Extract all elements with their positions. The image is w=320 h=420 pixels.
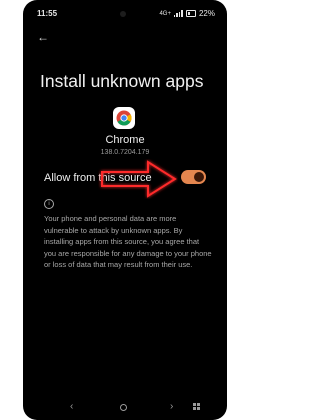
warning-text: Your phone and personal data are more vu… <box>44 214 212 270</box>
battery-percent: 22% <box>198 9 215 18</box>
battery-icon <box>185 10 196 17</box>
red-arrow-annotation <box>101 160 177 198</box>
app-name: Chrome <box>105 134 145 146</box>
signal-icon <box>173 10 183 17</box>
status-time: 11:55 <box>37 9 58 18</box>
info-icon: i <box>44 199 54 209</box>
toggle-knob <box>194 172 204 182</box>
back-arrow-icon[interactable]: ← <box>37 30 49 44</box>
chrome-icon <box>113 107 135 129</box>
status-bar: 11:55 4G+ 22% <box>23 0 227 22</box>
status-icons: 4G+ 22% <box>159 9 215 18</box>
navigation-bar: ‹ › <box>23 400 227 416</box>
nav-home-icon[interactable] <box>120 404 127 411</box>
front-camera <box>120 11 126 17</box>
nav-apps-icon[interactable] <box>193 403 200 410</box>
allow-source-toggle[interactable] <box>181 170 206 184</box>
page-title: Install unknown apps <box>40 71 204 91</box>
nav-back-icon[interactable]: ‹ <box>70 401 73 412</box>
app-version: 138.0.7204.179 <box>100 149 150 156</box>
nav-forward-icon[interactable]: › <box>170 401 173 412</box>
network-label: 4G+ <box>159 10 171 17</box>
phone-screen: 11:55 4G+ 22% ← Install unknown apps Chr… <box>23 0 227 420</box>
